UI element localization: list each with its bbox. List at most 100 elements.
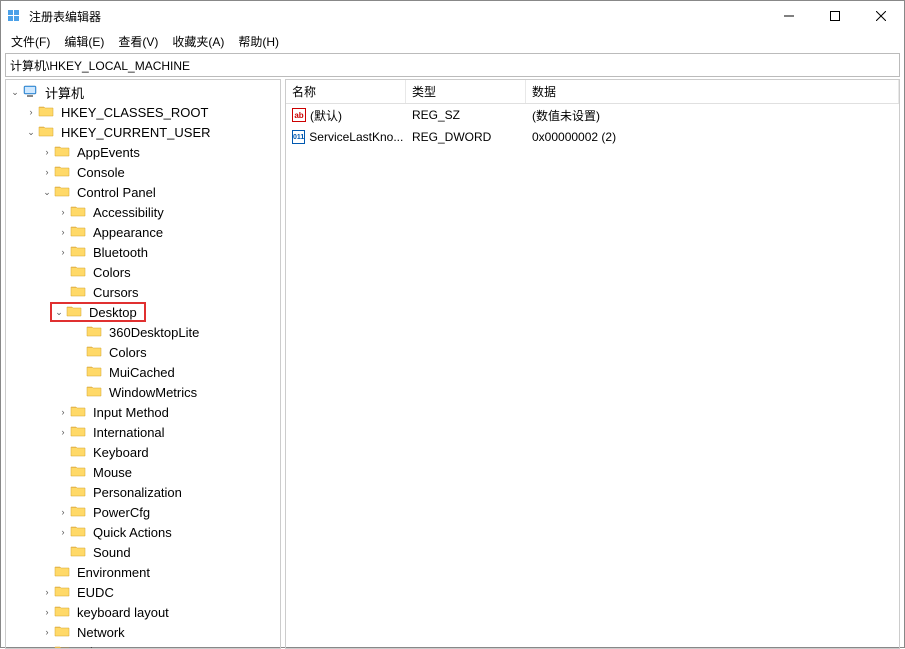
tree-label: Quick Actions (90, 524, 175, 541)
tree-label: 360DesktopLite (106, 324, 202, 341)
folder-icon (38, 124, 54, 140)
chevron-right-icon[interactable]: › (40, 147, 54, 157)
address-bar (5, 53, 900, 77)
tree-item-sound[interactable]: Sound (6, 542, 280, 562)
value-name: (默认) (310, 107, 342, 124)
tree-item-cursors[interactable]: Cursors (6, 282, 280, 302)
folder-icon (70, 524, 86, 540)
col-header-data[interactable]: 数据 (526, 80, 899, 103)
tree-item-keyboard[interactable]: Keyboard (6, 442, 280, 462)
col-header-type[interactable]: 类型 (406, 80, 526, 103)
chevron-right-icon[interactable]: › (56, 407, 70, 417)
tree-item-powercfg[interactable]: ›PowerCfg (6, 502, 280, 522)
value-data: 0x00000002 (2) (532, 130, 616, 144)
menu-view[interactable]: 查看(V) (112, 31, 164, 53)
folder-icon (70, 244, 86, 260)
chevron-right-icon[interactable]: › (56, 207, 70, 217)
chevron-right-icon[interactable]: › (56, 527, 70, 537)
tree-item-desktop-colors[interactable]: Colors (6, 342, 280, 362)
tree-label: Bluetooth (90, 244, 151, 261)
address-input[interactable] (6, 56, 899, 74)
chevron-down-icon[interactable]: ⌄ (24, 127, 38, 138)
folder-icon (70, 444, 86, 460)
tree-item-network[interactable]: › Network (6, 622, 280, 642)
value-name: ServiceLastKno... (309, 130, 403, 144)
col-header-name[interactable]: 名称 (286, 80, 406, 103)
tree-label: MuiCached (106, 364, 178, 381)
folder-icon (54, 604, 70, 620)
tree-item-colors[interactable]: Colors (6, 262, 280, 282)
menu-file[interactable]: 文件(F) (5, 31, 56, 53)
tree-item-international[interactable]: › International (6, 422, 280, 442)
tree-item-hkey-classes-root[interactable]: ›HKEY_CLASSES_ROOT (6, 102, 280, 122)
tree-pane[interactable]: ⌄ 计算机›HKEY_CLASSES_ROOT⌄HKEY_CURRENT_USER… (5, 79, 281, 649)
menu-edit[interactable]: 编辑(E) (58, 31, 110, 53)
tree-item-appevents[interactable]: ›AppEvents (6, 142, 280, 162)
menu-favorites[interactable]: 收藏夹(A) (166, 31, 230, 53)
tree-label: EUDC (74, 584, 117, 601)
maximize-button[interactable] (812, 1, 858, 31)
list-row[interactable]: 011 ServiceLastKno... REG_DWORD 0x00000002 … (286, 126, 899, 148)
list-pane[interactable]: 名称 类型 数据 ab(默认)REG_SZ(数值未设置)011ServiceLa… (285, 79, 900, 649)
reg-dword-icon: 011 (292, 130, 305, 144)
tree-label: Console (74, 164, 128, 181)
tree-item-hkey-current-user[interactable]: ⌄HKEY_CURRENT_USER (6, 122, 280, 142)
tree-label: Colors (90, 264, 134, 281)
tree-item-accessibility[interactable]: ›Accessibility (6, 202, 280, 222)
value-data: (数值未设置) (532, 107, 600, 124)
tree-item-computer[interactable]: ⌄ 计算机 (6, 82, 280, 102)
tree-item-control-panel[interactable]: ⌄Control Panel (6, 182, 280, 202)
tree-item-keyboard-layout[interactable]: ›keyboard layout (6, 602, 280, 622)
folder-icon (86, 364, 102, 380)
chevron-right-icon[interactable]: › (56, 507, 70, 517)
tree-label: Sound (90, 544, 134, 561)
chevron-right-icon[interactable]: › (40, 167, 54, 177)
tree-item-windowmetrics[interactable]: WindowMetrics (6, 382, 280, 402)
computer-icon (22, 84, 38, 100)
tree-item-quick-actions[interactable]: › Quick Actions (6, 522, 280, 542)
tree-label: Environment (74, 564, 153, 581)
tree-label: Network (74, 624, 128, 641)
menu-help[interactable]: 帮助(H) (232, 31, 285, 53)
list-row[interactable]: ab(默认)REG_SZ(数值未设置) (286, 104, 899, 126)
tree-item-appearance[interactable]: ›Appearance (6, 222, 280, 242)
folder-icon (54, 564, 70, 580)
chevron-down-icon[interactable]: ⌄ (8, 87, 22, 98)
close-button[interactable] (858, 1, 904, 31)
reg-sz-icon: ab (292, 108, 306, 122)
folder-icon (86, 384, 102, 400)
value-type: REG_DWORD (412, 130, 491, 144)
tree-label: Cursors (90, 284, 142, 301)
tree-label: Input Method (90, 404, 172, 421)
folder-icon (70, 404, 86, 420)
tree-label: International (90, 424, 168, 441)
tree-item-muicached[interactable]: MuiCached (6, 362, 280, 382)
tree-label: Mouse (90, 464, 135, 481)
minimize-button[interactable] (766, 1, 812, 31)
folder-icon (66, 304, 82, 320)
chevron-right-icon[interactable]: › (56, 227, 70, 237)
tree-label: WindowMetrics (106, 384, 200, 401)
tree-item-mouse[interactable]: Mouse (6, 462, 280, 482)
chevron-down-icon[interactable]: ⌄ (52, 307, 66, 318)
chevron-right-icon[interactable]: › (56, 427, 70, 437)
folder-icon (54, 644, 70, 649)
chevron-right-icon[interactable]: › (40, 587, 54, 597)
titlebar: 注册表编辑器 (1, 1, 904, 31)
tree-item-360desktoplite[interactable]: 360DesktopLite (6, 322, 280, 342)
tree-item-bluetooth[interactable]: › Bluetooth (6, 242, 280, 262)
chevron-down-icon[interactable]: ⌄ (40, 187, 54, 198)
tree-item-personalization[interactable]: Personalization (6, 482, 280, 502)
chevron-right-icon[interactable]: › (40, 627, 54, 637)
tree-item-console[interactable]: › Console (6, 162, 280, 182)
folder-icon (70, 504, 86, 520)
tree-label: 计算机 (42, 82, 87, 103)
tree-item-input-method[interactable]: › Input Method (6, 402, 280, 422)
chevron-right-icon[interactable]: › (24, 107, 38, 117)
folder-icon (54, 164, 70, 180)
chevron-right-icon[interactable]: › (40, 607, 54, 617)
tree-item-desktop[interactable]: ⌄Desktop (6, 302, 280, 322)
chevron-right-icon[interactable]: › (56, 247, 70, 257)
tree-item-eudc[interactable]: › EUDC (6, 582, 280, 602)
tree-item-environment[interactable]: Environment (6, 562, 280, 582)
